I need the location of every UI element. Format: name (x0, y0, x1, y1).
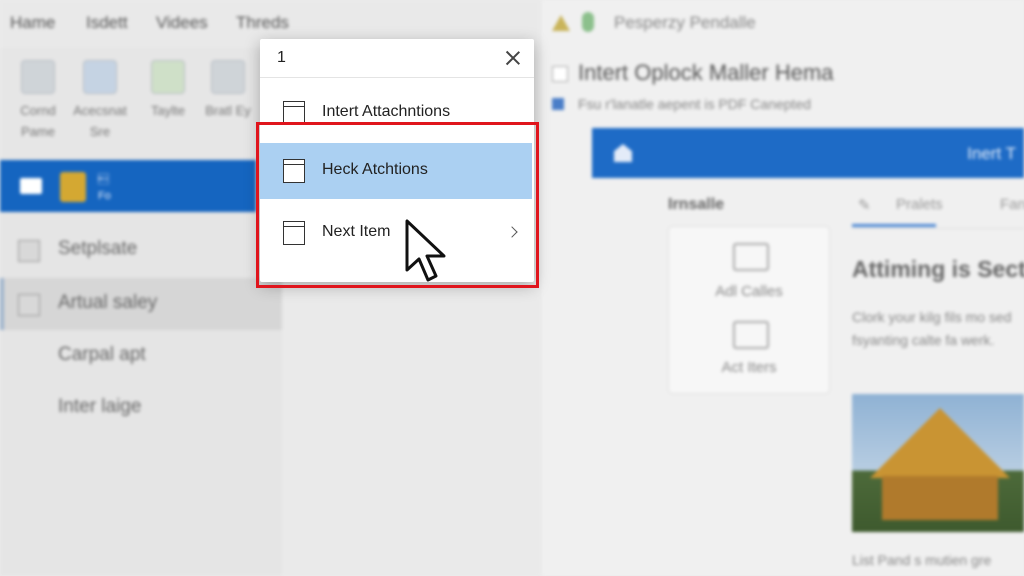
article-title: Attiming is Sect (852, 256, 1024, 282)
tab-home[interactable]: Hame (10, 13, 55, 33)
ribbon-label: Acecsnat Sre (73, 103, 127, 139)
email-subtitle: Fsu r'lanatle aepent is PDF Canepted (578, 96, 812, 112)
home-icon (614, 144, 632, 162)
sidebar:  Fo Setplsate Artual saley Carpal apt I… (0, 156, 282, 576)
selected-line-2: Fo (98, 190, 111, 202)
roof (870, 408, 1010, 478)
popup-title: 1 (277, 49, 286, 66)
sidebar-item-carpal-apt[interactable]: Carpal apt (0, 330, 282, 382)
sidebar-item-artual-saley[interactable]: Artual saley (0, 278, 282, 330)
annotation-highlight-box (256, 122, 539, 288)
reading-pane: Pesperzy Pendalle Intert Oplock Maller H… (542, 0, 1024, 576)
tab-threads[interactable]: Threds (236, 13, 289, 33)
app-title: Pesperzy Pendalle (614, 13, 756, 32)
install-heading: Irnsalle (668, 196, 725, 213)
mouse-cursor-icon (405, 219, 446, 282)
email-subject: Intert Oplock Maller Hema (578, 60, 834, 85)
pin-icon (582, 12, 594, 32)
tab-projects[interactable]: Pralets (896, 196, 943, 213)
grid-icon (18, 294, 40, 316)
tab-insert[interactable]: Isdett (86, 13, 128, 33)
ribbon-label: Cornd Pame (20, 103, 56, 139)
tab-videos[interactable]: Videes (156, 13, 208, 33)
addin-card: Adl Calles Act Iters (668, 226, 830, 394)
info-checkbox[interactable] (552, 98, 564, 110)
photo-caption: List Pand s mutien gre (852, 552, 992, 568)
envelope-icon (733, 321, 769, 349)
annotation-highlight-tab (471, 122, 535, 125)
content-header-title: Inert T (967, 144, 1016, 163)
sidebar-item-setplsate[interactable]: Setplsate (0, 224, 282, 276)
ribbon-button-4[interactable]: Bratl Ey (200, 56, 256, 121)
subject-checkbox[interactable] (552, 66, 568, 82)
ribbon-button-3[interactable]: Taylte (140, 56, 196, 121)
ribbon-button-1[interactable]: Cornd Pame (10, 56, 66, 142)
menu-item-label: Intert Attachntions (322, 103, 451, 120)
warning-icon (552, 15, 570, 31)
sidebar-selected-item[interactable]:  Fo (0, 160, 256, 212)
sidebar-item-label: Setplsate (58, 238, 138, 259)
sidebar-item-label: Carpal apt (58, 344, 146, 365)
active-tab-indicator (852, 224, 936, 227)
sidebar-item-label: Artual saley (58, 292, 158, 313)
house-photo (852, 394, 1024, 532)
selected-line-1:  (98, 174, 109, 186)
popup-header: 1 (260, 39, 534, 78)
mail-icon (20, 178, 42, 194)
list-icon (18, 240, 40, 262)
sidebar-item-inter-laige[interactable]: Inter laige (0, 382, 282, 434)
ribbon-label: Taylte (151, 103, 185, 118)
gear-icon (211, 60, 245, 94)
calendar-icon (733, 243, 769, 271)
house (882, 476, 998, 520)
close-icon[interactable] (502, 47, 524, 69)
document-icon (21, 60, 55, 94)
tab-fan[interactable]: Fan (1000, 196, 1024, 213)
article-body: Clork your kilg fils mo sed fsyanting ca… (852, 309, 1012, 348)
pen-icon (151, 60, 185, 94)
ribbon-button-2[interactable]: Acecsnat Sre (72, 56, 128, 142)
photo-icon (83, 60, 117, 94)
card-item-label[interactable]: Act Iters (669, 359, 829, 376)
ribbon-label: Bratl Ey (205, 103, 251, 118)
folder-icon (60, 172, 86, 202)
ribbon: Cornd Pame Acecsnat Sre Taylte Bratl Ey (0, 48, 280, 156)
pin-icon: ✎ (858, 197, 871, 214)
pane-tabs: ✎ Pralets Fan (852, 194, 1024, 229)
content-header: Inert T (592, 128, 1024, 178)
card-item-label[interactable]: Adl Calles (669, 283, 829, 300)
sidebar-item-label: Inter laige (58, 396, 142, 417)
